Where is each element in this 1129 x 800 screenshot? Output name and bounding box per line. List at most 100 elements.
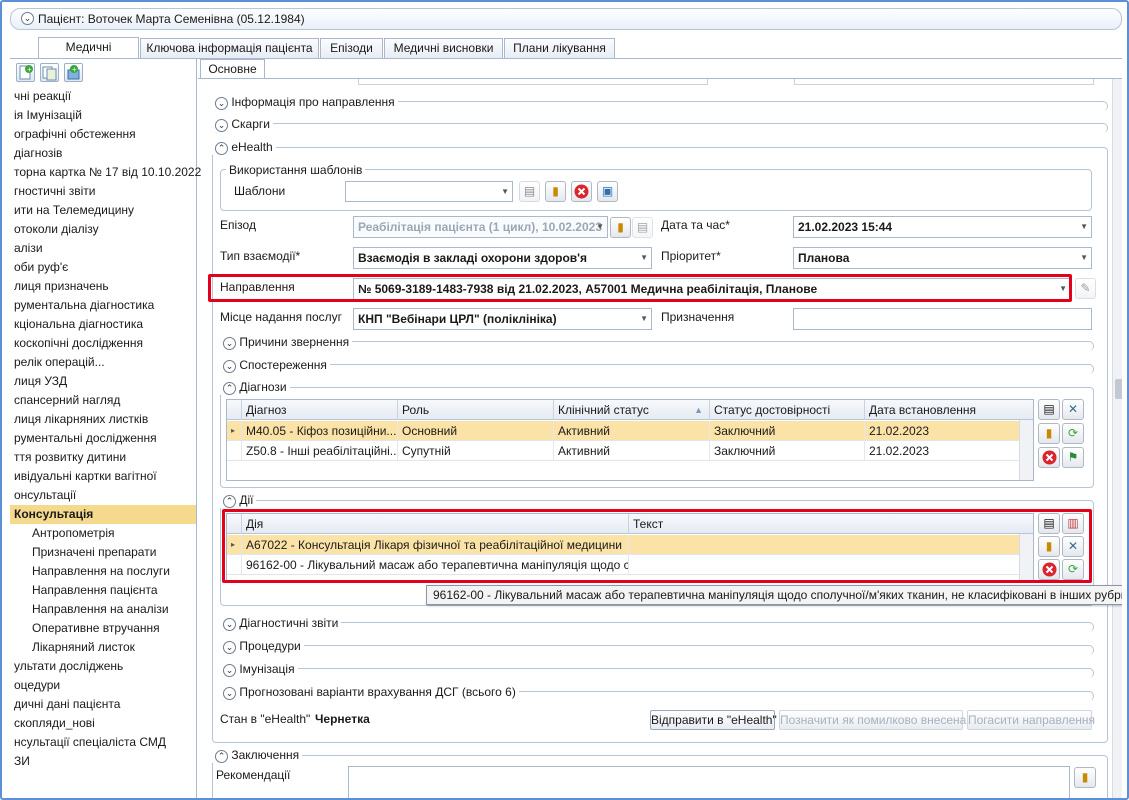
tree-item[interactable]: ити на Телемедицину [10,201,196,220]
interaction-select[interactable]: Взаємодія в закладі охорони здоров'я ▼ [353,247,652,269]
diag-tools-icon[interactable]: ✕ [1062,399,1084,420]
tab-med-conclusions[interactable]: Медичні висновки [384,38,503,59]
referral-edit-icon[interactable]: ✎ [1075,278,1096,299]
col-role[interactable]: Роль [397,400,553,420]
tree-item[interactable]: ографічні обстеження [10,125,196,144]
tree-item[interactable]: скопляди_нові [10,714,196,733]
tab-main[interactable]: Основне [200,59,265,79]
group-actions-header[interactable]: ⌃ Дії [220,493,257,508]
table-row[interactable]: ▸ M40.05 - Кіфоз позиційни... Основний А… [227,421,1033,441]
tree-item[interactable]: оби руф'є [10,258,196,277]
tree-item[interactable]: лиця УЗД [10,372,196,391]
expand-icon[interactable]: ⌄ [215,97,228,110]
collapse-icon[interactable]: ⌃ [215,750,228,763]
tree-item-selected[interactable]: Консультація [10,505,196,524]
diag-book-icon[interactable]: ▮ [1038,423,1060,444]
expand-icon[interactable]: ⌄ [223,641,236,654]
tree-item[interactable]: алізи [10,239,196,258]
cancel-referral-button[interactable]: Погасити направлення [967,710,1095,730]
expand-icon[interactable]: ⌄ [215,119,228,132]
tab-key-info[interactable]: Ключова інформація пацієнта [140,38,319,59]
tree-item[interactable]: оцедури [10,676,196,695]
table-row[interactable]: Z50.8 - Інші реабілітаційні... Супутній … [227,441,1033,461]
recommendations-textarea[interactable] [348,766,1070,798]
tree-child-item[interactable]: Лікарняний листок [10,638,196,657]
group-dsg[interactable]: ⌄ Прогнозовані варіанти врахування ДСГ (… [220,685,1094,701]
group-ehealth-header[interactable]: ⌃ eHealth [212,140,276,155]
tree-item[interactable]: рументальні дослідження [10,429,196,448]
scroll-thumb[interactable] [1115,379,1122,399]
episode-book-icon[interactable]: ▮ [610,217,631,238]
expand-icon[interactable]: ⌄ [223,360,236,373]
tab-treatment-plans[interactable]: Плани лікування [504,38,615,59]
group-procedures[interactable]: ⌄ Процедури [220,639,1094,655]
tree-item[interactable]: кціональна діагностика [10,315,196,334]
vertical-scrollbar[interactable] [1112,79,1122,798]
episode-clear-icon[interactable]: ▤ [632,217,653,238]
tree-item[interactable]: ття розвитку дитини [10,448,196,467]
tree-item[interactable]: ультати досліджень [10,657,196,676]
priority-select[interactable]: Планова ▼ [793,247,1092,269]
episode-select[interactable]: Реабілітація пацієнта (1 цикл), 10.02.20… [353,216,608,238]
diagnoses-scrollbar[interactable] [1019,420,1033,480]
template-save-icon[interactable]: ▣ [597,181,618,202]
col-clinical-status[interactable]: Клінічний статус ▲ [553,400,709,420]
tree-child-item[interactable]: Оперативне втручання [10,619,196,638]
template-delete-icon[interactable] [571,181,592,202]
tree-item[interactable]: коскопічні дослідження [10,334,196,353]
collapse-icon[interactable]: ⌄ [21,12,34,25]
template-book-icon[interactable]: ▮ [545,181,566,202]
patient-header[interactable]: ⌄ Пацієнт: Воточек Марта Семенівна (05.1… [10,8,1122,30]
tree-child-item[interactable]: Направлення пацієнта [10,581,196,600]
collapse-icon[interactable]: ⌃ [223,382,236,395]
collapse-icon[interactable]: ⌃ [223,495,236,508]
tree-child-item[interactable]: Направлення на послуги [10,562,196,581]
group-diag-reports[interactable]: ⌄ Діагностичні звіти [220,616,1094,632]
tree-item[interactable]: релік операцій... [10,353,196,372]
templates-select[interactable]: ▼ [345,181,513,202]
datetime-field[interactable]: 21.02.2023 15:44 ▼ [793,216,1092,238]
tree-item[interactable]: чні реакції [10,87,196,106]
add-record-icon[interactable]: + [64,63,83,82]
tree-item[interactable]: діагнозів [10,144,196,163]
expand-icon[interactable]: ⌄ [223,664,236,677]
purpose-field[interactable] [793,308,1092,330]
col-date[interactable]: Дата встановлення [864,400,1020,420]
group-immunization[interactable]: ⌄ Імунізація [220,662,1094,678]
diag-refresh-icon[interactable]: ⟳ [1062,423,1084,444]
expand-icon[interactable]: ⌄ [223,618,236,631]
tab-medical-docs[interactable]: Медичні документи [38,37,139,73]
tab-episodes[interactable]: Епізоди [320,38,383,59]
send-ehealth-button[interactable]: Відправити в "eHealth" [650,710,777,730]
tree-item[interactable]: ЗИ [10,752,196,771]
tree-item[interactable]: лиця лікарняних листків [10,410,196,429]
group-observations[interactable]: ⌄ Спостереження [220,358,1094,374]
tree-item[interactable]: торна картка № 17 від 10.10.2022 [10,163,201,182]
diag-delete-icon[interactable] [1038,447,1060,468]
group-complaints[interactable]: ⌄ Скарги [212,117,1108,133]
place-select[interactable]: КНП "Вебінари ЦРЛ" (поліклініка) ▼ [353,308,652,330]
tree-item[interactable]: нсультації спеціаліста СМД [10,733,196,752]
group-referral-info[interactable]: ⌄ Інформація про направлення [212,95,1108,111]
diag-add-icon[interactable]: ▤ [1038,399,1060,420]
tree-item[interactable]: рументальна діагностика [10,296,196,315]
tree-item[interactable]: ивідуальні картки вагітної [10,467,196,486]
recommendations-book-icon[interactable]: ▮ [1074,767,1096,788]
tree-child-item[interactable]: Призначені препарати [10,543,196,562]
tree-child-item[interactable]: Антропометрія [10,524,196,543]
template-apply-icon[interactable]: ▤ [519,181,540,202]
copy-document-icon[interactable] [40,63,59,82]
diag-flag-icon[interactable]: ⚑ [1062,447,1084,468]
tree-item[interactable]: лиця призначень [10,277,196,296]
col-diagnosis[interactable]: Діагноз [241,400,397,420]
expand-icon[interactable]: ⌄ [223,337,236,350]
tree-item[interactable]: онсультації [10,486,196,505]
expand-icon[interactable]: ⌄ [223,687,236,700]
group-reasons[interactable]: ⌄ Причини звернення [220,335,1094,351]
add-document-icon[interactable]: + [16,63,35,82]
tree-item[interactable]: спансерний нагляд [10,391,196,410]
tree-item[interactable]: гностичні звіти [10,182,196,201]
group-diagnoses-header[interactable]: ⌃ Діагнози [220,380,290,395]
tree-item[interactable]: отоколи діалізу [10,220,196,239]
mark-error-button[interactable]: Позначити як помилково внесена [779,710,966,730]
